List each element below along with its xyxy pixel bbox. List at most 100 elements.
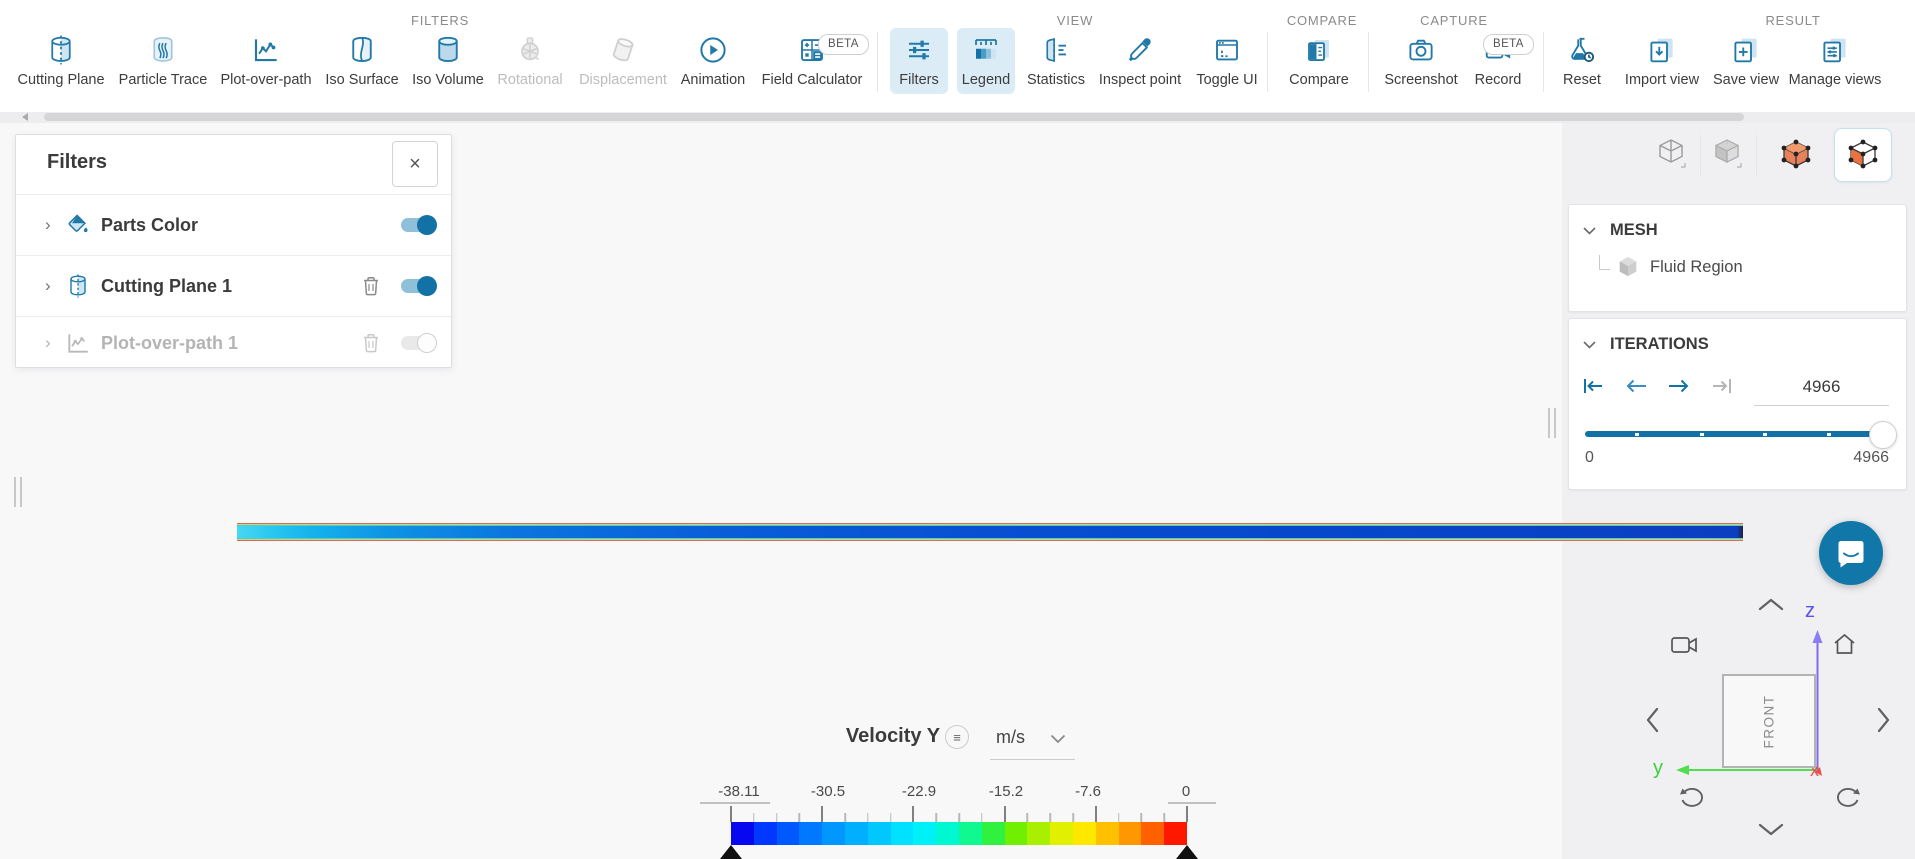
legend-tick xyxy=(1049,813,1051,822)
colorbar-segment xyxy=(890,822,914,845)
filter-row-label: Cutting Plane 1 xyxy=(101,275,233,296)
legend-ticks xyxy=(730,805,1188,822)
toolbar-button-manage-views[interactable]: Manage views xyxy=(1779,31,1891,88)
unit-select-underline xyxy=(990,759,1075,760)
section-label-capture: CAPTURE xyxy=(1420,13,1488,28)
colorbar-segment xyxy=(844,822,868,845)
iterations-panel-header[interactable]: ITERATIONS xyxy=(1583,335,1906,354)
iteration-value-input[interactable]: 4966 xyxy=(1754,377,1889,406)
app-root: FILTERS VIEW COMPARE CAPTURE RESULT BETA… xyxy=(0,0,1915,859)
section-label-result: RESULT xyxy=(1765,13,1821,28)
filter-row-plot-over-path-1[interactable]: › Plot-over-path 1 xyxy=(16,317,451,369)
legend-tick xyxy=(1163,813,1165,822)
left-panel-drag-handle[interactable] xyxy=(14,477,24,507)
legend-tick xyxy=(912,806,915,822)
mesh-item-fluid-region[interactable]: Fluid Region xyxy=(1617,255,1743,279)
orbit-down-chevron[interactable] xyxy=(1757,822,1785,837)
legend-tick xyxy=(1117,813,1120,822)
colorbar-segment xyxy=(776,822,800,845)
orange-cube-icon xyxy=(1778,137,1814,173)
view-mode-wireframe-button[interactable] xyxy=(1644,131,1700,179)
legend-tick xyxy=(1186,806,1188,822)
toolbar-button-animation[interactable]: Animation xyxy=(657,31,769,88)
parts-color-icon xyxy=(64,212,92,238)
cutting-plane-result-surface[interactable] xyxy=(237,523,1743,541)
mesh-panel-header[interactable]: MESH xyxy=(1583,221,1906,240)
legend-max-handle[interactable] xyxy=(1176,845,1198,859)
front-view-cube[interactable]: FRONT xyxy=(1722,674,1816,768)
orbit-up-chevron[interactable] xyxy=(1757,597,1785,612)
legend-tick xyxy=(958,813,960,822)
scrollbar-left-arrow-icon[interactable] xyxy=(22,113,28,121)
legend-max-value[interactable]: 0 xyxy=(1182,783,1190,800)
legend-min-value[interactable]: -38.11 xyxy=(718,783,759,800)
view-mode-separator xyxy=(1756,135,1757,175)
legend-tick xyxy=(1026,813,1029,822)
view-mode-surfaces-button[interactable] xyxy=(1768,131,1824,179)
plot-over-path-icon xyxy=(64,330,92,356)
colorbar-segment xyxy=(753,822,777,845)
delete-filter-button[interactable] xyxy=(361,275,381,297)
beta-badge-field-calculator: BETA xyxy=(818,34,869,55)
slider-min-label: 0 xyxy=(1585,449,1594,466)
iteration-slider-knob[interactable] xyxy=(1869,421,1897,449)
max-value-underline xyxy=(1168,802,1216,804)
rotate-ccw-button[interactable] xyxy=(1676,784,1706,812)
colorbar-segment xyxy=(1072,822,1096,845)
scrollbar-thumb[interactable] xyxy=(44,113,1744,121)
chevron-right-icon[interactable]: › xyxy=(45,333,59,353)
parts-color-toggle[interactable] xyxy=(401,215,437,235)
legend-menu-button[interactable]: ≡ xyxy=(945,725,969,749)
slider-tick xyxy=(1827,432,1831,436)
toolbar-scrollbar[interactable] xyxy=(0,112,1915,123)
legend-tick xyxy=(1003,806,1006,822)
legend-tick xyxy=(1072,813,1074,822)
chevron-down-icon xyxy=(1583,226,1596,235)
colorbar-segment xyxy=(1095,822,1119,845)
toolbar-button-particle-trace[interactable]: Particle Trace xyxy=(107,31,219,88)
colorbar-segment xyxy=(731,822,754,845)
legend-tick xyxy=(981,813,983,822)
rotate-cw-button[interactable] xyxy=(1834,784,1864,812)
toggle-knob xyxy=(417,215,437,235)
legend-tick xyxy=(935,813,937,822)
legend-min-handle[interactable] xyxy=(720,845,742,859)
beta-badge-record: BETA xyxy=(1483,34,1534,55)
filter-row-parts-color[interactable]: › Parts Color xyxy=(16,195,451,256)
front-face-label: FRONT xyxy=(1761,694,1777,748)
iterations-panel: ITERATIONS 4966 0 4966 xyxy=(1568,318,1907,490)
tree-connector xyxy=(1599,255,1610,270)
chevron-right-icon[interactable]: › xyxy=(45,276,59,296)
plot-over-path-toggle[interactable] xyxy=(401,333,437,353)
next-iteration-button[interactable] xyxy=(1668,377,1690,395)
cutting-plane-toggle[interactable] xyxy=(401,276,437,296)
right-panel-drag-handle[interactable] xyxy=(1548,408,1558,438)
cutting-plane-icon xyxy=(5,31,117,69)
legend-tick-label: -30.5 xyxy=(810,783,846,800)
previous-iteration-button[interactable] xyxy=(1625,377,1647,395)
toolbar-button-compare[interactable]: Compare xyxy=(1263,31,1375,88)
view-mode-solid-button[interactable] xyxy=(1700,131,1756,179)
play-icon xyxy=(657,31,769,69)
chevron-right-icon[interactable]: › xyxy=(45,215,59,235)
colorbar-segment xyxy=(799,822,823,845)
toolbar-button-cutting-plane[interactable]: Cutting Plane xyxy=(5,31,117,88)
legend-tick xyxy=(753,813,755,822)
legend-tick xyxy=(844,813,846,822)
iteration-slider[interactable] xyxy=(1585,421,1897,449)
colorbar-segment xyxy=(913,822,937,845)
view-mode-parts-button[interactable] xyxy=(1834,128,1892,182)
chevron-down-icon[interactable] xyxy=(1050,734,1066,744)
legend-unit-select[interactable]: m/s xyxy=(996,727,1025,748)
filter-row-cutting-plane-1[interactable]: › Cutting Plane 1 xyxy=(16,256,451,317)
legend-colorbar[interactable] xyxy=(731,822,1187,845)
legend-tick xyxy=(730,806,732,822)
orbit-left-chevron[interactable] xyxy=(1645,706,1660,734)
filter-row-label: Parts Color xyxy=(101,214,199,235)
slider-max-label: 4966 xyxy=(1853,449,1889,466)
toolbar: FILTERS VIEW COMPARE CAPTURE RESULT BETA… xyxy=(0,0,1915,112)
colorbar-segment xyxy=(958,822,982,845)
first-iteration-button[interactable] xyxy=(1583,377,1604,395)
filters-panel-close-button[interactable]: × xyxy=(392,141,438,187)
support-chat-button[interactable] xyxy=(1819,521,1883,585)
